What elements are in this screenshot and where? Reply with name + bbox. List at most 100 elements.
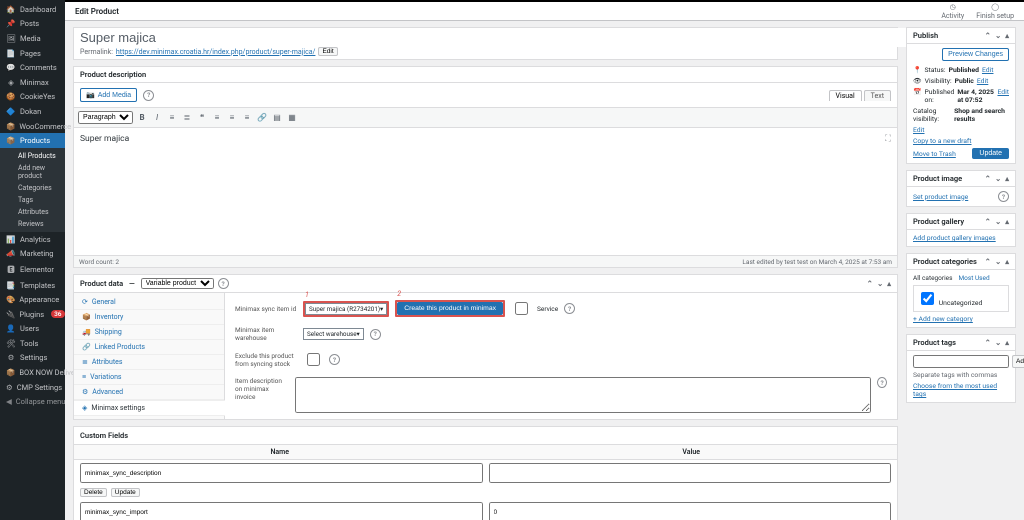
align-left-button[interactable]: ≡ [211, 113, 223, 122]
chevron-down-icon[interactable]: ⌄ [995, 174, 1001, 183]
sidebar-item-templates[interactable]: 📑 Templates [0, 278, 65, 293]
more-button[interactable]: ▦ [286, 113, 298, 122]
chevron-up-icon[interactable]: ⌃ [985, 257, 991, 266]
chevron-down-icon[interactable]: ⌄ [877, 279, 883, 288]
chevron-up-icon[interactable]: ⌃ [867, 279, 873, 288]
sidebar-item-settings[interactable]: ⚙ Settings [0, 351, 65, 366]
exclude-checkbox[interactable] [307, 353, 320, 366]
chevron-up-icon[interactable]: ⌃ [985, 174, 991, 183]
sidebar-item-appearance[interactable]: 🎨 Appearance [0, 292, 65, 307]
catalog-vis-edit-link[interactable]: Edit [913, 126, 1009, 134]
sidebar-item-elementor[interactable]: 🅴 Elementor [0, 261, 65, 278]
sidebar-item-media[interactable]: 🖼 Media [0, 31, 65, 46]
italic-button[interactable]: I [151, 113, 163, 122]
format-select[interactable]: Paragraph [78, 111, 133, 124]
subitem-all-products[interactable]: All Products [18, 150, 65, 162]
align-right-button[interactable]: ≡ [241, 113, 253, 122]
subitem-tags[interactable]: Tags [18, 194, 65, 206]
create-product-minimax-button[interactable]: Create this product in minimax [397, 302, 503, 315]
tab-advanced[interactable]: ⚙Advanced [74, 385, 224, 400]
cf-name-input-0[interactable] [80, 463, 483, 483]
sidebar-item-boxnow[interactable]: 📦 BOX NOW Delivery [0, 365, 65, 380]
collapse-menu[interactable]: ◀ Collapse menu [0, 394, 65, 409]
toggle-icon[interactable]: ▴ [1005, 217, 1009, 226]
cf-value-input-1[interactable] [489, 502, 892, 520]
warehouse-dropdown[interactable]: Select warehouse▾ [303, 328, 364, 340]
tab-variations[interactable]: ≡Variations [74, 370, 224, 385]
toggle-icon[interactable]: ▴ [1005, 338, 1009, 347]
product-title-input[interactable] [74, 28, 909, 47]
sidebar-item-posts[interactable]: 📌 Posts [0, 17, 65, 32]
set-product-image-link[interactable]: Set product image [913, 193, 968, 201]
align-center-button[interactable]: ≡ [226, 113, 238, 122]
help-icon[interactable]: ? [143, 90, 154, 101]
sidebar-item-pages[interactable]: 📄 Pages [0, 46, 65, 61]
finish-setup-button[interactable]: ◯ Finish setup [976, 3, 1014, 20]
tab-attributes[interactable]: ≣Attributes [74, 355, 224, 370]
ol-button[interactable]: ≣ [181, 113, 193, 122]
chevron-up-icon[interactable]: ⌃ [985, 31, 991, 40]
help-icon[interactable]: ? [218, 278, 229, 289]
cf-name-input-1[interactable] [80, 502, 483, 520]
chevron-down-icon[interactable]: ⌄ [995, 31, 1001, 40]
chevron-down-icon[interactable]: ⌄ [995, 338, 1001, 347]
status-edit-link[interactable]: Edit [982, 66, 994, 74]
toggle-icon[interactable]: ▴ [887, 279, 891, 288]
chevron-down-icon[interactable]: ⌄ [995, 217, 1001, 226]
cf-update-button[interactable]: Update [111, 488, 140, 497]
activity-button[interactable]: ◷ Activity [941, 3, 964, 20]
help-icon[interactable]: ? [998, 191, 1009, 202]
add-gallery-link[interactable]: Add product gallery images [913, 234, 1009, 242]
sidebar-item-analytics[interactable]: 📊 Analytics [0, 232, 65, 247]
sidebar-item-plugins[interactable]: 🔌 Plugins 36 [0, 307, 65, 322]
service-checkbox[interactable] [515, 302, 528, 315]
move-to-trash-link[interactable]: Move to Trash [913, 150, 956, 158]
tag-input[interactable] [913, 355, 1009, 368]
tab-text[interactable]: Text [864, 90, 891, 101]
sidebar-item-woocommerce[interactable]: 📦 WooCommerce [0, 119, 65, 134]
quote-button[interactable]: ❝ [196, 113, 208, 122]
help-icon[interactable]: ? [564, 303, 575, 314]
toggle-icon[interactable]: ▴ [1005, 257, 1009, 266]
add-media-button[interactable]: 📷 Add Media [80, 88, 137, 102]
visibility-edit-link[interactable]: Edit [977, 77, 989, 85]
subitem-reviews[interactable]: Reviews [18, 218, 65, 230]
sidebar-item-dokan[interactable]: 🔷 Dokan [0, 104, 65, 119]
cat-tab-most-used[interactable]: Most Used [958, 274, 989, 282]
subitem-attributes[interactable]: Attributes [18, 206, 65, 218]
preview-changes-button[interactable]: Preview Changes [942, 48, 1009, 61]
tag-add-button[interactable]: Add [1012, 355, 1024, 368]
add-category-link[interactable]: + Add new category [913, 315, 1009, 323]
sidebar-item-marketing[interactable]: 📣 Marketing [0, 247, 65, 262]
category-item-uncategorized[interactable]: Uncategorized [917, 299, 982, 307]
copy-draft-link[interactable]: Copy to a new draft [913, 137, 1009, 145]
chevron-down-icon[interactable]: ⌄ [995, 257, 1001, 266]
tab-inventory[interactable]: 📦Inventory [74, 310, 224, 325]
update-button[interactable]: Update [972, 148, 1009, 159]
sidebar-item-cmp[interactable]: ⚙ CMP Settings [0, 380, 65, 395]
cf-delete-button[interactable]: Delete [80, 488, 107, 497]
category-checkbox-uncategorized[interactable] [921, 292, 934, 305]
cat-tab-all[interactable]: All categories [913, 274, 952, 282]
invoice-description-input[interactable] [295, 377, 871, 413]
subitem-categories[interactable]: Categories [18, 182, 65, 194]
permalink-edit-button[interactable]: Edit [318, 47, 337, 56]
toggle-icon[interactable]: ▴ [1005, 31, 1009, 40]
sidebar-item-cookieyes[interactable]: 🍪 CookieYes [0, 90, 65, 105]
chevron-up-icon[interactable]: ⌃ [985, 217, 991, 226]
help-icon[interactable]: ? [877, 377, 887, 388]
tab-minimax-settings[interactable]: ◈Minimax settings [74, 400, 225, 416]
tab-shipping[interactable]: 🚚Shipping [74, 325, 224, 340]
ul-button[interactable]: ≡ [166, 113, 178, 122]
published-edit-link[interactable]: Edit [997, 88, 1009, 96]
sidebar-item-comments[interactable]: 💬 Comments [0, 60, 65, 75]
sidebar-item-dashboard[interactable]: 🏠 Dashboard [0, 2, 65, 17]
tab-visual[interactable]: Visual [829, 90, 862, 101]
bold-button[interactable]: B [136, 113, 148, 122]
chevron-up-icon[interactable]: ⌃ [985, 338, 991, 347]
help-icon[interactable]: ? [370, 329, 381, 340]
sidebar-item-products[interactable]: 📦 Products [0, 133, 65, 148]
tab-general[interactable]: ⟳General [74, 295, 224, 310]
help-icon[interactable]: ? [329, 354, 340, 365]
link-button[interactable]: 🔗 [256, 113, 268, 122]
